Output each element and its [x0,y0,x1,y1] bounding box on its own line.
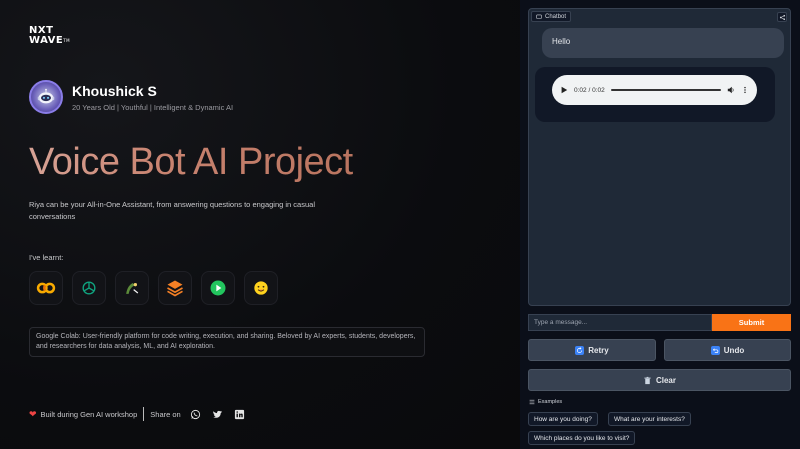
chat-panel: Chatbot Hello 0:02 / 0:02 Submit Retry U… [520,0,800,449]
linkedin-icon[interactable] [233,407,247,421]
retry-icon [575,345,585,355]
share-icon [779,14,785,20]
example-chip[interactable]: Which places do you like to visit? [528,431,636,445]
huggingface-icon[interactable] [244,271,278,305]
play-button-icon [561,86,568,94]
message-input-row: Submit [528,314,791,331]
undo-icon [710,345,720,355]
footer: ❤ Built during Gen AI workshop Share on [29,407,247,421]
message-input[interactable] [528,314,712,331]
tool-info-box: Google Colab: User-friendly platform for… [29,327,425,357]
audio-progress[interactable] [610,89,721,91]
examples-label: Examples [529,399,562,405]
audio-time: 0:02 / 0:02 [574,86,605,94]
undo-button[interactable]: Undo [664,339,791,361]
avatar [29,80,63,114]
more-options-icon [744,86,746,94]
volume-icon [727,86,734,94]
list-icon [529,399,535,405]
example-chip[interactable]: What are your interests? [608,412,691,426]
chatbot-label: Chatbot [531,11,572,22]
learnt-label: I've learnt: [29,253,64,262]
project-description: Riya can be your All-in-One Assistant, f… [29,200,315,221]
robot-avatar-icon [37,88,55,104]
submit-button[interactable]: Submit [712,314,791,331]
tools-list [29,271,278,305]
user-message: Hello [542,28,784,58]
profile-tagline: 20 Years Old | Youthful | Intelligent & … [72,103,234,112]
heart-icon: ❤ [29,408,37,419]
audio-player[interactable]: 0:02 / 0:02 [552,75,757,105]
bot-message: 0:02 / 0:02 [535,67,775,122]
example-chip[interactable]: How are you doing? [528,412,598,426]
trash-icon [643,376,652,385]
divider [143,407,145,421]
profile-panel: NXT WAVETM Khoushick S 20 Years Old | Yo… [0,0,520,449]
retry-button[interactable]: Retry [528,339,656,361]
page-title: Voice Bot AI Project [29,141,353,183]
whatsapp-icon[interactable] [189,407,203,421]
google-colab-icon[interactable] [29,271,63,305]
langchain-icon[interactable] [115,271,149,305]
play-icon[interactable] [201,271,235,305]
built-text: Built during Gen AI workshop [40,409,138,419]
profile-name: Khoushick S [72,83,157,99]
chat-icon [536,14,542,19]
clear-button[interactable]: Clear [528,369,791,391]
share-button[interactable] [777,12,787,22]
share-text: Share on [150,409,181,419]
stack-icon[interactable] [158,271,192,305]
twitter-icon[interactable] [211,407,225,421]
openai-icon[interactable] [72,271,106,305]
nxtwave-logo: NXT WAVETM [29,25,71,46]
chatbot-window[interactable]: Chatbot Hello 0:02 / 0:02 [528,8,791,306]
